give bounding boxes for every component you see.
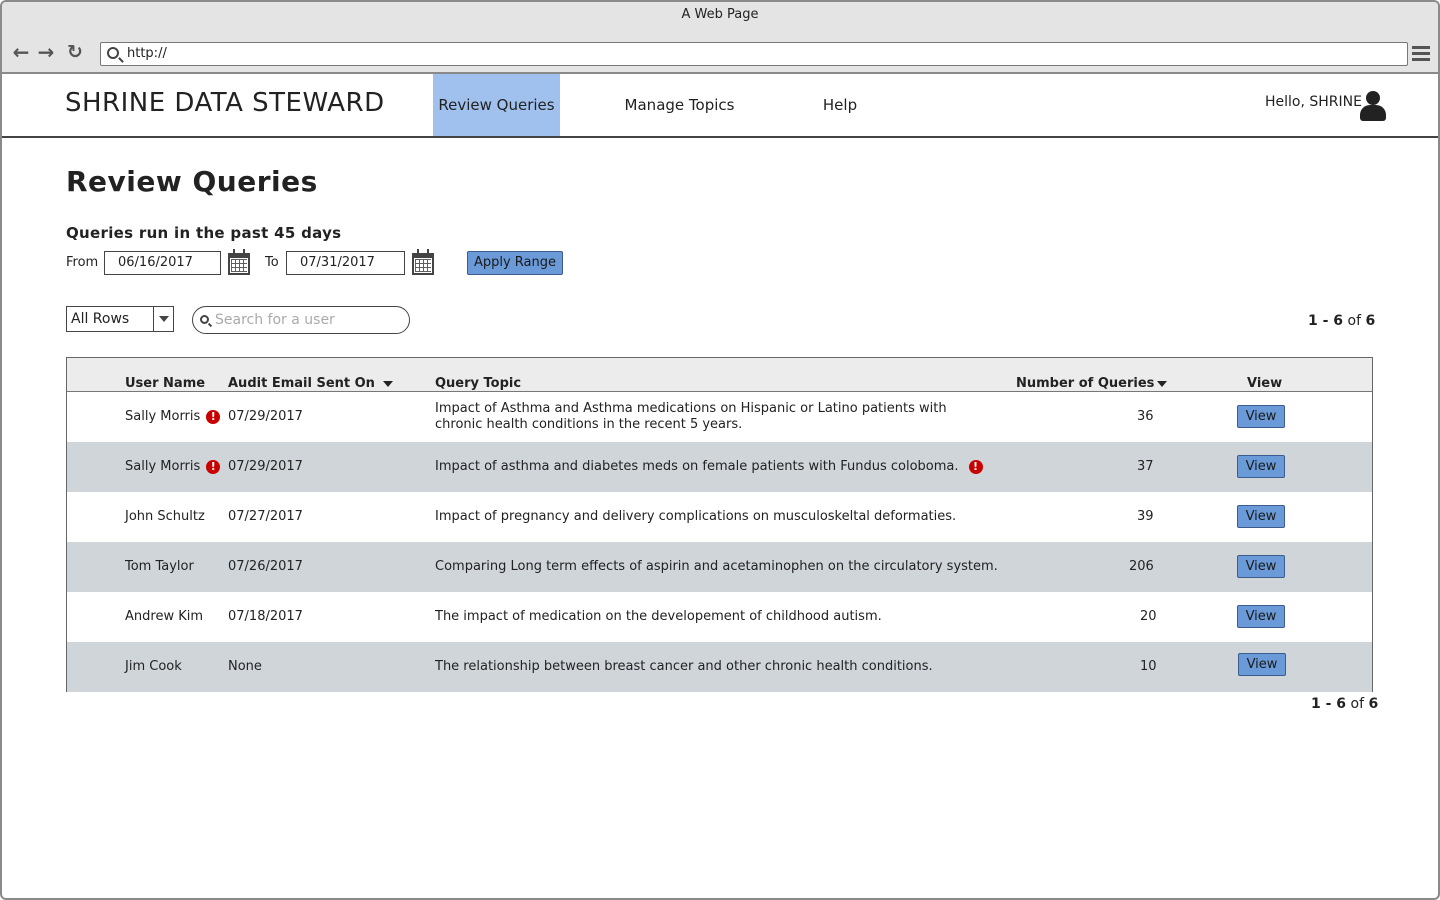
date-range-heading: Queries run in the past 45 days <box>66 224 342 242</box>
query-topic: Impact of Asthma and Asthma medications … <box>435 401 947 432</box>
page-title: Review Queries <box>66 165 318 198</box>
header-number-of-queries[interactable]: Number of Queries <box>1016 376 1168 391</box>
query-count: 37 <box>1137 459 1154 474</box>
pagination-top: 1 - 6 of 6 <box>1308 313 1375 329</box>
table-row: Sally Morris! 07/29/2017 Impact of asthm… <box>67 442 1372 492</box>
back-arrow-icon[interactable]: ← <box>10 42 32 64</box>
user-name-cell: Sally Morris! <box>125 459 221 475</box>
pagination-bottom: 1 - 6 of 6 <box>1311 696 1378 712</box>
view-button[interactable]: View <box>1237 605 1285 628</box>
pager-range: 1 - 6 <box>1308 313 1344 329</box>
query-topic: Impact of pregnancy and delivery complic… <box>435 509 957 524</box>
query-count: 10 <box>1140 659 1157 674</box>
view-button[interactable]: View <box>1238 653 1286 676</box>
nav-tab-help[interactable]: Help <box>814 74 866 136</box>
brand-title: SHRINE DATA STEWARD <box>65 88 385 118</box>
from-label: From <box>66 255 99 270</box>
apply-range-button[interactable]: Apply Range <box>467 251 563 275</box>
forward-arrow-icon[interactable]: → <box>35 42 57 64</box>
browser-toolbar: ← → ↻ http:// <box>2 32 1438 74</box>
table-row: Andrew Kim 07/18/2017 The impact of medi… <box>67 592 1372 642</box>
user-name: Jim Cook <box>125 659 182 674</box>
view-button[interactable]: View <box>1237 405 1285 428</box>
warning-icon: ! <box>206 409 221 424</box>
search-placeholder: Search for a user <box>215 312 335 328</box>
user-search-input[interactable]: Search for a user <box>192 306 410 334</box>
table-header: User Name Audit Email Sent On Query Topi… <box>67 358 1372 392</box>
audit-email-date: 07/27/2017 <box>228 509 303 524</box>
warning-icon: ! <box>968 459 983 474</box>
header-view: View <box>1247 376 1283 391</box>
chevron-down-icon <box>153 307 173 331</box>
sort-down-icon <box>382 380 393 387</box>
header-user-name[interactable]: User Name <box>125 376 205 391</box>
search-icon <box>200 315 209 324</box>
audit-email-date: None <box>228 659 262 674</box>
user-avatar-icon[interactable] <box>1360 91 1386 121</box>
query-count: 36 <box>1137 409 1154 424</box>
audit-email-date: 07/29/2017 <box>228 459 303 474</box>
query-count: 20 <box>1140 609 1157 624</box>
to-date-input[interactable]: 07/31/2017 <box>286 251 405 275</box>
view-button[interactable]: View <box>1237 455 1285 478</box>
query-count: 39 <box>1137 509 1154 524</box>
to-label: To <box>265 255 279 270</box>
pager-of: of <box>1347 313 1362 329</box>
nav-tab-manage-topics[interactable]: Manage Topics <box>612 74 747 136</box>
user-name: Sally Morris <box>125 459 201 474</box>
pager-total: 6 <box>1365 313 1376 329</box>
rows-select-value: All Rows <box>71 311 130 327</box>
audit-email-date: 07/26/2017 <box>228 559 303 574</box>
view-button[interactable]: View <box>1237 505 1285 528</box>
user-name: Sally Morris <box>125 409 201 424</box>
rows-select[interactable]: All Rows <box>66 306 174 332</box>
audit-email-date: 07/18/2017 <box>228 609 303 624</box>
menu-icon[interactable] <box>1412 46 1430 62</box>
user-name: Tom Taylor <box>125 559 194 574</box>
table-row: Jim Cook None The relationship between b… <box>67 642 1372 692</box>
query-topic: The relationship between breast cancer a… <box>435 659 933 674</box>
user-name: Andrew Kim <box>125 609 204 624</box>
search-icon <box>107 47 119 59</box>
from-calendar-icon[interactable] <box>228 249 250 275</box>
queries-table: User Name Audit Email Sent On Query Topi… <box>66 357 1373 692</box>
header-audit-email[interactable]: Audit Email Sent On <box>228 376 393 391</box>
browser-window: A Web Page ← → ↻ http:// SHRINE DATA STE… <box>0 0 1440 900</box>
url-text: http:// <box>127 46 167 61</box>
query-topic: Impact of asthma and diabetes meds on fe… <box>435 459 959 474</box>
window-title: A Web Page <box>2 2 1438 32</box>
query-count: 206 <box>1129 559 1154 574</box>
nav-tab-review-queries[interactable]: Review Queries <box>433 74 560 136</box>
pager-total: 6 <box>1368 696 1379 712</box>
app-header: SHRINE DATA STEWARD Review Queries Manag… <box>2 74 1438 138</box>
query-topic: The impact of medication on the develope… <box>435 609 882 624</box>
header-query-topic[interactable]: Query Topic <box>435 376 521 391</box>
user-name-cell: Sally Morris! <box>125 409 221 425</box>
query-topic: Comparing Long term effects of aspirin a… <box>435 559 998 574</box>
header-audit-email-label: Audit Email Sent On <box>228 376 375 391</box>
header-number-of-queries-label: Number of Queries <box>1016 376 1155 391</box>
sort-down-icon <box>1157 380 1168 387</box>
address-bar[interactable]: http:// <box>100 42 1408 66</box>
table-row: Tom Taylor 07/26/2017 Comparing Long ter… <box>67 542 1372 592</box>
to-calendar-icon[interactable] <box>412 249 434 275</box>
user-name: John Schultz <box>125 509 205 524</box>
warning-icon: ! <box>206 459 221 474</box>
table-row: Sally Morris! 07/29/2017 Impact of Asthm… <box>67 392 1372 442</box>
view-button[interactable]: View <box>1237 555 1285 578</box>
user-greeting: Hello, SHRINE <box>1265 94 1362 110</box>
pager-range: 1 - 6 <box>1311 696 1347 712</box>
table-row: John Schultz 07/27/2017 Impact of pregna… <box>67 492 1372 542</box>
reload-icon[interactable]: ↻ <box>64 42 86 64</box>
query-topic-cell: Impact of asthma and diabetes meds on fe… <box>435 459 983 475</box>
audit-email-date: 07/29/2017 <box>228 409 303 424</box>
from-date-input[interactable]: 06/16/2017 <box>104 251 221 275</box>
pager-of: of <box>1350 696 1365 712</box>
